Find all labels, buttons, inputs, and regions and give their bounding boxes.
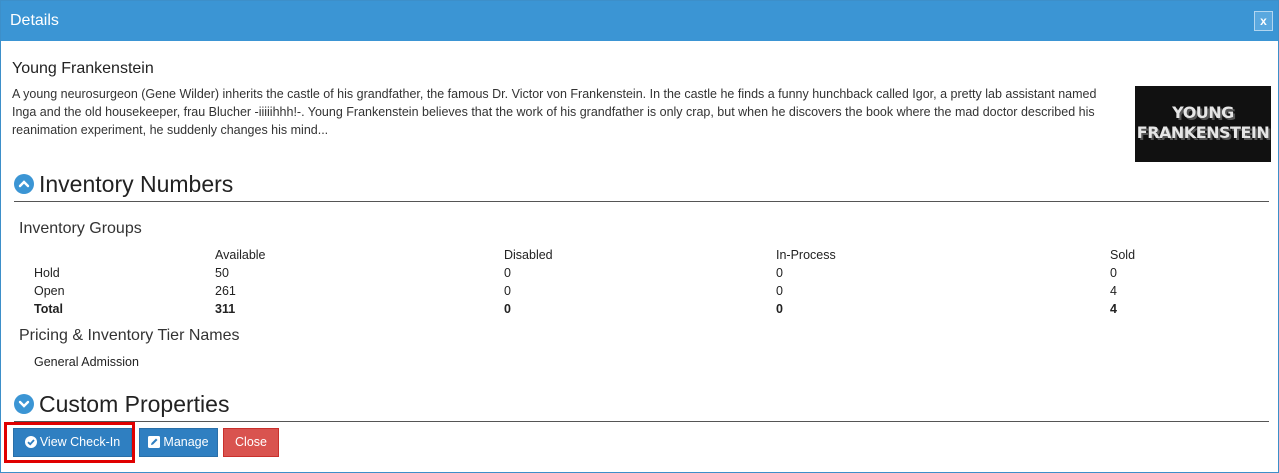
total-disabled: 0: [504, 302, 511, 316]
open-sold: 4: [1110, 284, 1117, 298]
total-available: 311: [215, 302, 236, 316]
tier-name: General Admission: [34, 355, 139, 369]
column-header-in-process: In-Process: [776, 248, 836, 262]
custom-properties-title: Custom Properties: [39, 391, 230, 417]
column-header-sold: Sold: [1110, 248, 1136, 262]
details-dialog: Details x Young Frankenstein A young neu…: [0, 0, 1279, 473]
column-header-available: Available: [215, 248, 266, 262]
total-sold: 4: [1110, 302, 1117, 316]
movie-description: A young neurosurgeon (Gene Wilder) inher…: [12, 87, 1097, 137]
inventory-groups-title: Inventory Groups: [19, 220, 142, 237]
poster-line-1: YOUNG: [1172, 103, 1234, 122]
inventory-section-title: Inventory Numbers: [39, 171, 234, 197]
row-label-open: Open: [34, 284, 65, 298]
dialog-titlebar[interactable]: Details x: [1, 1, 1278, 41]
custom-properties-section-header: Custom Properties: [14, 391, 1269, 422]
open-in-process: 0: [776, 284, 783, 298]
row-label-total: Total: [34, 302, 63, 316]
poster-line-2: FRANKENSTEIN: [1136, 123, 1270, 142]
row-label-hold: Hold: [34, 266, 60, 280]
view-check-in-button[interactable]: View Check-In: [13, 428, 132, 457]
manage-label: Manage: [163, 435, 209, 449]
edit-icon: [148, 435, 161, 450]
dialog-title: Details: [10, 12, 59, 29]
open-available: 261: [215, 284, 236, 298]
open-disabled: 0: [504, 284, 511, 298]
hold-in-process: 0: [776, 266, 783, 280]
movie-title: Young Frankenstein: [12, 60, 154, 77]
view-check-in-label: View Check-In: [39, 435, 121, 449]
poster-title: YOUNG FRANKENSTEIN: [1135, 103, 1271, 143]
chevron-up-circle-icon[interactable]: [14, 174, 34, 194]
hold-disabled: 0: [504, 266, 511, 280]
check-circle-icon: [24, 435, 37, 450]
close-button[interactable]: Close: [223, 428, 279, 457]
total-in-process: 0: [776, 302, 783, 316]
inventory-section-header: Inventory Numbers: [14, 171, 1269, 202]
movie-poster: YOUNG FRANKENSTEIN: [1135, 86, 1271, 162]
chevron-down-circle-icon[interactable]: [14, 394, 34, 414]
manage-button[interactable]: Manage: [139, 428, 218, 457]
hold-available: 50: [215, 266, 229, 280]
column-header-disabled: Disabled: [504, 248, 553, 262]
close-dialog-button[interactable]: x: [1254, 11, 1273, 31]
hold-sold: 0: [1110, 266, 1117, 280]
pricing-tiers-title: Pricing & Inventory Tier Names: [19, 327, 240, 344]
